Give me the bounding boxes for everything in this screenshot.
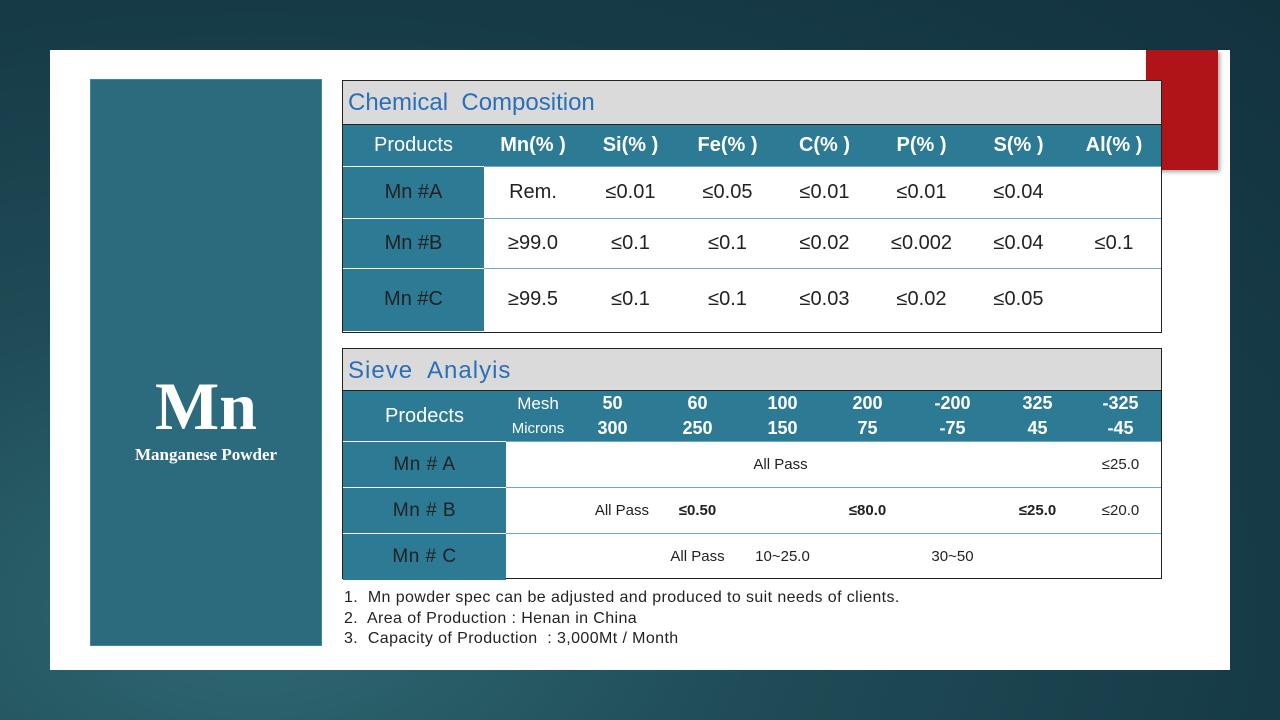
table-cell <box>995 533 1080 580</box>
col-header-fe: Fe(% ) <box>679 125 776 166</box>
sieve-analysis-table: Prodects Mesh Microns 50 300 60 250 100 150… <box>343 391 1161 580</box>
mesh-col-neg325: -325 -45 <box>1080 391 1161 442</box>
table-cell: ≤0.04 <box>970 165 1067 218</box>
table-row: Mn # A All Pass ≤25.0 <box>343 441 1161 488</box>
col-header-si: Si(% ) <box>582 125 679 166</box>
table-cell <box>910 487 995 534</box>
table-row: Mn #A Rem. ≤0.01 ≤0.05 ≤0.01 ≤0.01 ≤0.04 <box>343 165 1161 218</box>
sieve-header-row: Prodects Mesh Microns 50 300 60 250 100 150… <box>343 391 1161 442</box>
table-row: Mn #B ≥99.0 ≤0.1 ≤0.1 ≤0.02 ≤0.002 ≤0.04… <box>343 217 1161 268</box>
note-item: 2. Area of Production : Henan in China <box>344 609 638 627</box>
table-cell: ≥99.5 <box>484 267 582 331</box>
table-cell: ≤0.50 <box>655 487 740 534</box>
table-cell: ≤0.05 <box>970 267 1067 331</box>
mesh-value: 200 <box>852 393 883 413</box>
table-cell: ≤80.0 <box>825 487 910 534</box>
mesh-value: -325 <box>1102 393 1139 413</box>
mesh-col-200: 200 75 <box>825 391 910 442</box>
micron-value: 300 <box>597 418 628 438</box>
table-cell: ≤0.1 <box>582 267 679 331</box>
mesh-col-325: 325 45 <box>995 391 1080 442</box>
table-cell: Rem. <box>484 165 582 218</box>
table-cell <box>1067 267 1161 331</box>
table-cell: ≤0.02 <box>776 217 873 268</box>
table-cell: ≥99.0 <box>484 217 582 268</box>
table-row: Mn # C All Pass 10~25.0 30~50 <box>343 533 1161 580</box>
micron-value: 45 <box>1027 418 1048 438</box>
sieve-analysis-title: Sieve Analyis <box>343 349 1161 391</box>
col-header-p: P(% ) <box>873 125 970 166</box>
table-cell <box>740 487 825 534</box>
row-label: Mn # C <box>343 533 506 580</box>
note-item: 1. Mn powder spec can be adjusted and pr… <box>344 589 900 606</box>
mesh-col-50: 50 300 <box>570 391 655 442</box>
col-header-mn: Mn(% ) <box>484 125 582 166</box>
col-header-products: Products <box>343 125 484 166</box>
row-label: Mn #B <box>343 217 484 268</box>
table-cell: ≤25.0 <box>1080 441 1161 488</box>
table-row: Mn # B All Pass ≤0.50 ≤80.0 ≤25.0 ≤20.0 <box>343 487 1161 534</box>
table-cell: ≤0.03 <box>776 267 873 331</box>
table-cell <box>1080 533 1161 580</box>
table-cell: ≤20.0 <box>1080 487 1161 534</box>
mesh-col-100: 100 150 <box>740 391 825 442</box>
mesh-col-neg200: -200 -75 <box>910 391 995 442</box>
table-cell: ≤25.0 <box>995 487 1080 534</box>
mesh-value: 100 <box>767 393 798 413</box>
all-pass-cell: All Pass <box>506 441 995 488</box>
table-cell <box>506 533 570 580</box>
micron-value: 150 <box>767 418 798 438</box>
table-cell: 30~50 <box>910 533 995 580</box>
chemical-header-row: Products Mn(% ) Si(% ) Fe(% ) C(% ) P(% … <box>343 125 1161 166</box>
table-cell: ≤0.01 <box>873 165 970 218</box>
micron-value: 250 <box>682 418 713 438</box>
table-cell: ≤0.1 <box>679 267 776 331</box>
table-row: Mn #C ≥99.5 ≤0.1 ≤0.1 ≤0.03 ≤0.02 ≤0.05 <box>343 267 1161 331</box>
mesh-value: 325 <box>1022 393 1053 413</box>
mesh-col-60: 60 250 <box>655 391 740 442</box>
col-header-products: Prodects <box>343 391 506 442</box>
col-header-c: C(% ) <box>776 125 873 166</box>
sieve-analysis-section: Sieve Analyis Prodects Mesh Microns 50 30… <box>342 348 1162 580</box>
table-cell: ≤0.1 <box>679 217 776 268</box>
row-label: Mn # B <box>343 487 506 534</box>
chemical-composition-table: Products Mn(% ) Si(% ) Fe(% ) C(% ) P(% … <box>343 125 1161 331</box>
table-cell <box>570 533 655 580</box>
row-label: Mn #C <box>343 267 484 331</box>
table-cell: ≤0.01 <box>582 165 679 218</box>
table-cell <box>825 533 910 580</box>
row-label: Mn #A <box>343 165 484 218</box>
mesh-value: 50 <box>602 393 623 413</box>
table-cell: ≤0.01 <box>776 165 873 218</box>
microns-label: Microns <box>511 420 565 437</box>
all-pass-cell: All Pass <box>655 533 740 580</box>
mesh-value: 60 <box>687 393 708 413</box>
chemical-composition-title: Chemical Composition <box>343 81 1161 125</box>
col-header-al: Al(% ) <box>1067 125 1161 166</box>
table-cell: ≤0.02 <box>873 267 970 331</box>
micron-value: -45 <box>1107 418 1134 438</box>
table-cell <box>1067 165 1161 218</box>
table-cell: 10~25.0 <box>740 533 825 580</box>
element-name: Manganese Powder <box>134 445 278 464</box>
table-cell: ≤0.04 <box>970 217 1067 268</box>
all-pass-cell: All Pass <box>506 487 655 534</box>
table-cell: ≤0.1 <box>582 217 679 268</box>
row-label: Mn # A <box>343 441 506 488</box>
note-item: 3. Capacity of Production : 3,000Mt / Mo… <box>344 630 679 647</box>
micron-value: 75 <box>857 418 878 438</box>
table-cell <box>995 441 1080 488</box>
element-symbol: Mn <box>155 368 257 444</box>
mesh-label: Mesh <box>517 394 559 413</box>
col-header-s: S(% ) <box>970 125 1067 166</box>
notes-list: 1. Mn powder spec can be adjusted and pr… <box>344 588 1144 650</box>
table-cell: ≤0.05 <box>679 165 776 218</box>
element-side-panel: Mn Manganese Powder <box>90 79 322 646</box>
table-cell: ≤0.1 <box>1067 217 1161 268</box>
mesh-value: -200 <box>934 393 971 413</box>
chemical-composition-section: Chemical Composition Products Mn(% ) Si(… <box>342 80 1162 333</box>
micron-value: -75 <box>939 418 966 438</box>
mesh-microns-header: Mesh Microns <box>506 391 570 442</box>
table-cell: ≤0.002 <box>873 217 970 268</box>
